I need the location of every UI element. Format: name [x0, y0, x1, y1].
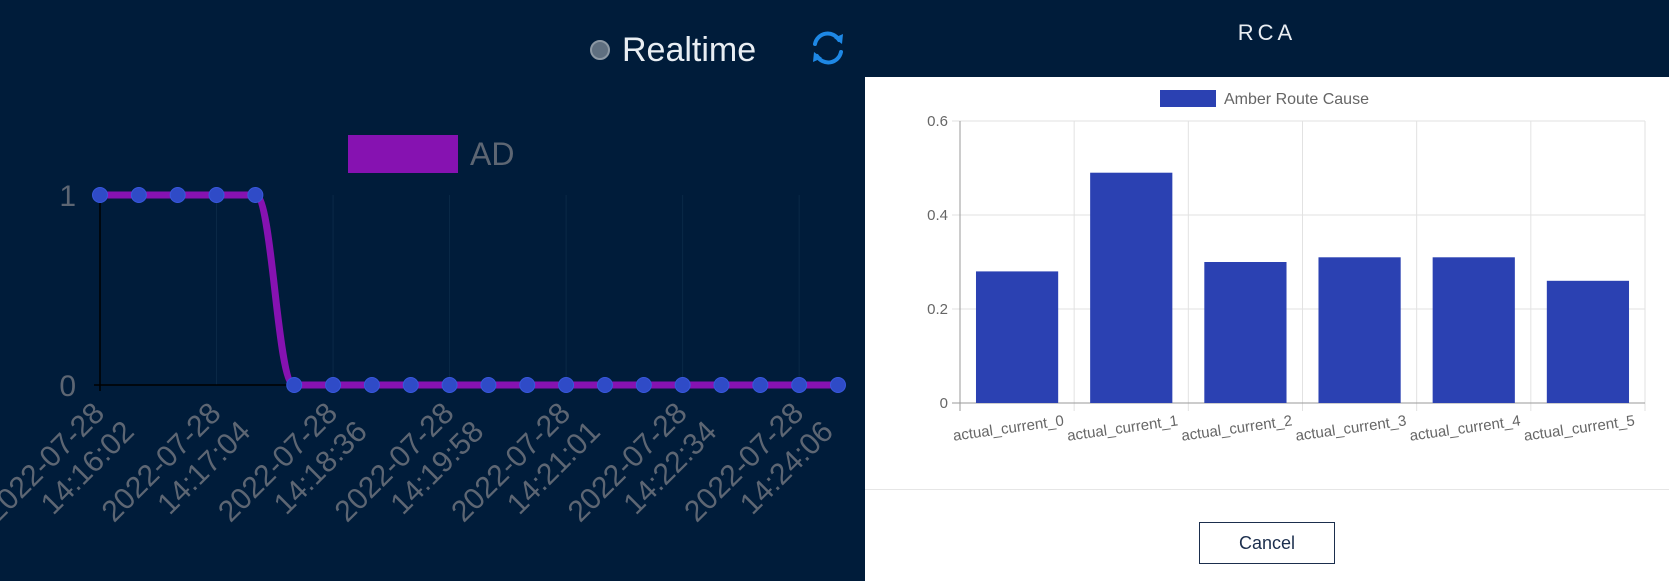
ad-data-point: [596, 377, 613, 393]
bar-chart-x-tick: actual_current_5: [1523, 412, 1636, 444]
ad-data-point: [363, 377, 380, 393]
refresh-icon[interactable]: [808, 28, 848, 68]
legend-swatch-amber-route-cause: [1160, 90, 1216, 107]
bar-chart-y-axis: 0 0.2 0.4 0.6: [927, 113, 948, 412]
bar-chart-x-tick: actual_current_3: [1294, 412, 1407, 444]
line-chart-x-tick: 2022-07-2814:21:01: [445, 397, 607, 529]
bar-chart-y-tick: 0.4: [927, 207, 948, 224]
line-chart-grid: [94, 195, 838, 391]
line-chart-x-axis: 2022-07-2814:16:022022-07-2814:17:042022…: [0, 397, 840, 529]
line-chart-x-tick: 2022-07-2814:19:58: [329, 397, 491, 529]
ad-data-point: [247, 187, 264, 203]
ad-data-point: [480, 377, 497, 393]
cancel-button[interactable]: Cancel: [1199, 522, 1335, 564]
ad-data-point: [169, 187, 186, 203]
bar-chart-legend: Amber Route Cause: [1160, 90, 1369, 108]
modal-header: RCA: [865, 0, 1669, 77]
line-chart-x-tick: 2022-07-2814:18:36: [212, 397, 374, 529]
ad-data-point: [830, 377, 846, 393]
ad-data-point: [325, 377, 342, 393]
legend-label-ad: AD: [470, 136, 514, 172]
bar-chart-y-tick: 0.2: [927, 301, 948, 318]
ad-data-point: [519, 377, 536, 393]
bar-chart-y-tick: 0.6: [927, 113, 948, 130]
ad-data-point: [635, 377, 652, 393]
line-chart-x-tick: 2022-07-2814:24:06: [678, 397, 840, 529]
modal-divider: [865, 489, 1669, 490]
bar: [975, 271, 1059, 403]
line-chart-y-tick: 1: [59, 180, 76, 213]
realtime-label: Realtime: [622, 30, 757, 69]
bar: [1432, 257, 1515, 403]
bar-chart-x-tick: actual_current_2: [1180, 412, 1293, 444]
bar: [1204, 262, 1287, 403]
ad-data-point: [402, 377, 419, 393]
line-chart-x-tick: 2022-07-2814:16:02: [0, 397, 141, 529]
bar-chart-x-tick: actual_current_4: [1409, 412, 1522, 444]
line-chart-series: [92, 187, 846, 393]
ad-data-point: [752, 377, 769, 393]
ad-data-point: [713, 377, 730, 393]
line-chart-legend: AD: [348, 135, 514, 173]
line-chart-y-tick: 0: [59, 370, 76, 403]
line-chart-x-tick: 2022-07-2814:17:04: [96, 397, 258, 529]
line-chart-x-tick: 2022-07-2814:22:34: [562, 397, 724, 529]
ad-data-point: [441, 377, 458, 393]
legend-swatch-ad: [348, 135, 458, 173]
bar: [1318, 257, 1401, 403]
bar: [1090, 172, 1173, 403]
ad-data-point: [208, 187, 225, 203]
ad-data-point: [130, 187, 147, 203]
bar: [1546, 280, 1630, 403]
bar-chart-x-tick: actual_current_1: [1066, 412, 1179, 444]
status-dot-icon: [590, 40, 610, 60]
ad-data-point: [791, 377, 808, 393]
legend-label-amber-route-cause: Amber Route Cause: [1224, 91, 1369, 108]
ad-data-point: [92, 187, 108, 203]
line-chart-y-axis: 01: [59, 180, 76, 403]
ad-data-point: [558, 377, 575, 393]
bar-chart-x-axis: actual_current_0 actual_current_1 actual_c…: [952, 412, 1636, 444]
ad-line-chart: AD 01 2022-07-2814:16:022022-07-2814:17:…: [0, 135, 846, 529]
realtime-panel: Realtime AD 01 2022-07-28 14:16:02 2022-07…: [0, 0, 865, 581]
ad-data-point: [674, 377, 691, 393]
rca-modal-body: Amber Route Cause 0 0.2 0.4 0.6 actual_curr…: [865, 77, 1669, 581]
realtime-status: Realtime: [590, 28, 756, 72]
bar-chart-y-tick: 0: [940, 395, 948, 412]
bar-chart-x-tick: actual_current_0: [952, 412, 1065, 444]
rca-bar-chart: Amber Route Cause 0 0.2 0.4 0.6 actual_curr…: [927, 90, 1646, 445]
ad-series-line: [100, 191, 838, 389]
modal-title: RCA: [1237, 20, 1297, 45]
ad-data-point: [286, 377, 303, 393]
